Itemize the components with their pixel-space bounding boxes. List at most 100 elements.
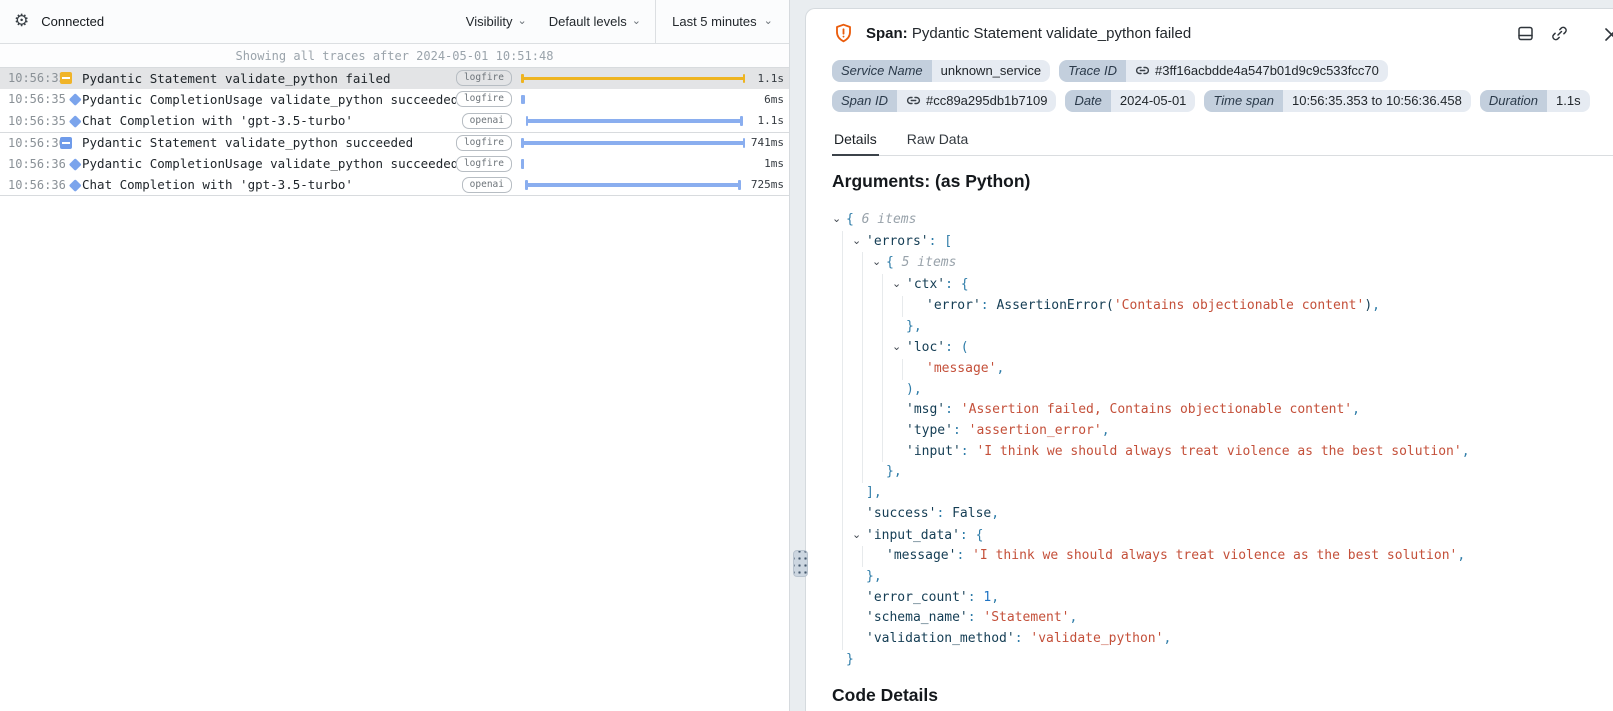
meta-badge-label: Time span [1204,90,1283,112]
panel-layout-icon[interactable] [1516,24,1535,43]
chevron-down-icon: ⌄ [764,14,773,27]
meta-badge-label: Span ID [832,90,897,112]
meta-badge-value: 2024-05-01 [1111,90,1196,112]
code-token: 'ctx' [906,277,945,292]
trace-row[interactable]: 10:56:36Pydantic CompletionUsage validat… [0,153,789,175]
code-token: 'errors' [866,234,929,249]
instrumentation-badge: logfire [456,135,512,151]
collapse-chevron-icon[interactable]: ⌄ [832,209,846,230]
instrumentation-badge: logfire [456,70,512,86]
code-line: 'msg': 'Assertion failed, Contains objec… [832,400,1613,421]
trace-duration: 725ms [745,178,789,191]
collapse-chevron-icon[interactable]: ⌄ [852,231,866,252]
code-token: , [1163,631,1171,646]
code-line: ⌄'input_data': { [832,525,1613,547]
collapse-chevron-icon[interactable]: ⌄ [892,274,906,295]
collapse-chevron-icon[interactable]: ⌄ [872,252,886,273]
logfire-app: ⚙ Connected Visibility ⌄ Default levels … [0,0,1613,711]
code-token: 'msg' [906,402,945,417]
trace-row[interactable]: 10:56:35Pydantic CompletionUsage validat… [0,89,789,111]
meta-badge-date: Date2024-05-01 [1065,90,1195,112]
meta-badge-value: 1.1s [1547,90,1590,112]
code-details-heading: Code Details [832,685,1613,706]
trace-timestamp: 10:56:36 [0,178,58,192]
meta-badge-label: Date [1065,90,1110,112]
meta-badge-span-id[interactable]: Span ID#cc89a295db1b7109 [832,90,1056,112]
code-token: 'success' [866,506,936,521]
timeline-bar [525,183,740,187]
code-token: 'input' [906,444,961,459]
code-token: : { [960,528,983,543]
default-levels-dropdown[interactable]: Default levels ⌄ [549,14,641,29]
meta-badge-label: Trace ID [1059,60,1126,82]
close-icon[interactable] [1603,26,1613,43]
trace-row[interactable]: 10:56:36 Chat Completion with 'gpt-3.5-tu… [0,175,789,197]
meta-badge-label: Service Name [832,60,932,82]
timeline-track [521,153,745,175]
code-token: 'validation_method' [866,631,1015,646]
traces-toolbar: ⚙ Connected Visibility ⌄ Default levels … [0,0,789,44]
trace-timestamp: 10:56:35 [0,114,58,128]
trace-timestamp: 10:56:35 [0,71,58,85]
meta-badge-trace-id[interactable]: Trace ID#3ff16acbdde4a547b01d9c9c533fcc7… [1059,60,1388,82]
traces-panel: ⚙ Connected Visibility ⌄ Default levels … [0,0,790,711]
code-token: , [1352,402,1360,417]
detail-tabs: Details Raw Data [832,127,1613,156]
code-token: }, [906,319,922,334]
code-line: 'validation_method': 'validate_python', [832,629,1613,650]
collapse-chevron-icon[interactable]: ⌄ [892,337,906,358]
code-line: 'type': 'assertion_error', [832,421,1613,442]
code-line: }, [832,567,1613,588]
code-line: } [832,650,1613,671]
code-token: 'Assertion failed, Contains objectionabl… [961,402,1352,417]
code-line: ⌄{ 5 items [832,252,1613,274]
collapse-toggle-icon[interactable] [60,137,72,149]
trace-name: Chat Completion with 'gpt-3.5-turbo' [82,177,462,192]
code-token: : ( [945,340,968,355]
trace-duration: 1.1s [745,114,789,127]
chevron-down-icon: ⌄ [518,14,527,27]
code-token: { [886,255,894,270]
code-line: 'success': False, [832,504,1613,525]
panel-resize-handle[interactable] [793,550,808,577]
visibility-dropdown[interactable]: Visibility ⌄ [466,14,527,29]
timeline-track [521,89,745,111]
trace-name: Pydantic CompletionUsage validate_python… [82,156,456,171]
span-detail-panel: Span: Pydantic Statement validate_python… [805,8,1613,711]
trace-row[interactable]: 10:56:36Pydantic Statement validate_pyth… [0,132,789,154]
code-token: 'input_data' [866,528,960,543]
trace-name: Chat Completion with 'gpt-3.5-turbo' [82,113,462,128]
trace-row[interactable]: 10:56:35 Chat Completion with 'gpt-3.5-tu… [0,110,789,132]
code-token: : [1015,631,1031,646]
code-token: 'validate_python' [1030,631,1163,646]
copy-link-icon[interactable] [1550,24,1569,43]
trace-duration: 1ms [745,157,789,170]
warning-shield-icon [832,22,855,45]
code-line: 'schema_name': 'Statement', [832,608,1613,629]
code-token: , [991,506,999,521]
collapse-toggle-icon[interactable] [60,72,72,84]
code-line: ⌄'errors': [ [832,231,1613,253]
traces-subheader: Showing all traces after 2024-05-01 10:5… [0,44,789,67]
span-diamond-icon [69,115,81,127]
tab-raw-data[interactable]: Raw Data [905,127,970,156]
code-line: 'message': 'I think we should always tre… [832,546,1613,567]
code-line: ], [832,483,1613,504]
timeline-bar [521,77,745,81]
panel-gutter [790,0,805,711]
collapse-chevron-icon[interactable]: ⌄ [852,525,866,546]
gear-icon[interactable]: ⚙ [14,13,29,30]
connection-status: Connected [41,14,104,29]
code-token: 'I think we should always treat violence… [976,444,1461,459]
tab-details[interactable]: Details [832,127,879,156]
timeline-track [521,133,745,154]
time-range-dropdown[interactable]: Last 5 minutes ⌄ [655,0,789,43]
code-token: ), [906,382,922,397]
code-line: ⌄'ctx': { [832,274,1613,296]
code-token: : [945,402,961,417]
timeline-bar [521,141,745,145]
code-token: 'type' [906,423,953,438]
chevron-down-icon: ⌄ [632,14,641,27]
instrumentation-badge: openai [462,113,512,129]
trace-row[interactable]: 10:56:35Pydantic Statement validate_pyth… [0,67,789,89]
